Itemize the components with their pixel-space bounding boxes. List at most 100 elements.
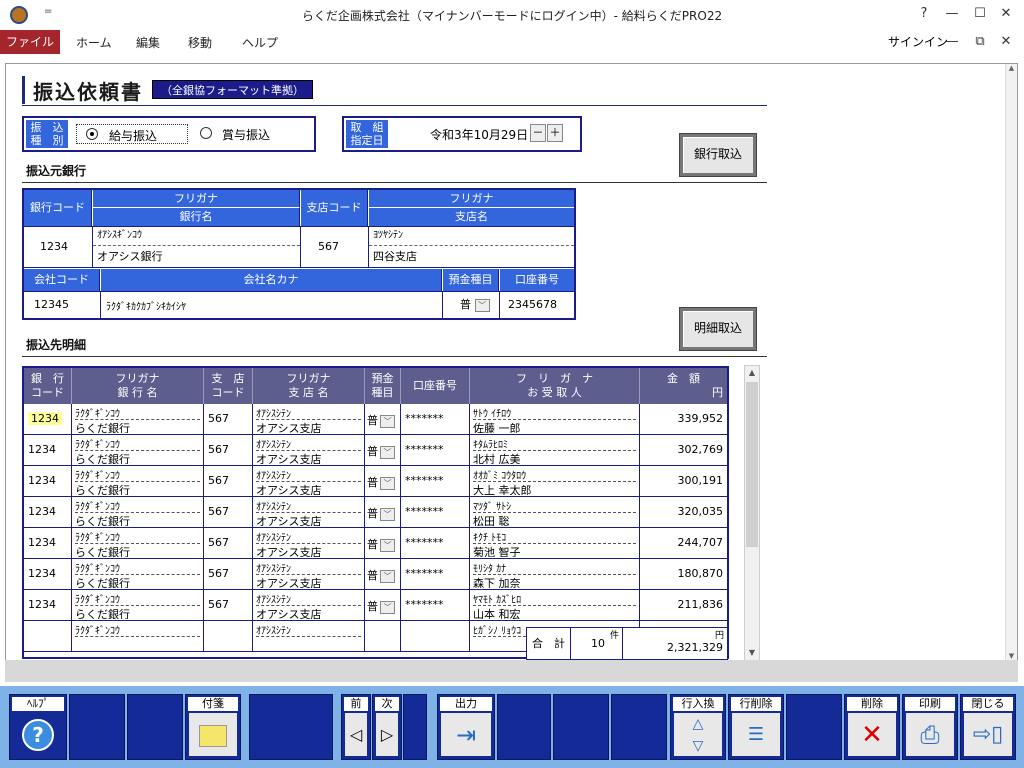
form-scroll-up-icon[interactable]: ▲ [1006,64,1017,72]
row-account[interactable] [401,621,470,651]
row-account[interactable]: ******* [401,497,470,527]
menu-home[interactable]: ホーム [76,34,112,51]
row-swap-button[interactable]: 行入換 △ ▽ [670,694,726,760]
doc-close-button[interactable]: ✕ [996,33,1016,51]
row-amount[interactable]: 339,952 [640,404,727,434]
date-plus-button[interactable]: ＋ [547,124,563,142]
grid-scrollbar[interactable]: ▲ ▼ [744,365,760,661]
output-button[interactable]: 出力 ⇥ [437,694,495,760]
source-bank-code[interactable]: 1234 [36,240,72,253]
chevron-down-icon[interactable]: ﹀ [380,507,395,521]
row-bank-code[interactable]: 1234 [24,435,72,465]
help-button[interactable]: ﾍﾙﾌﾟ ? [9,694,67,760]
row-bank-code[interactable]: 1234 [24,559,72,589]
row-deposit[interactable]: 普 ﹀ [365,497,401,527]
row-bank-name[interactable]: ﾗｸﾀﾞｷﾞﾝｺｳ らくだ銀行 [72,466,204,496]
menu-file[interactable]: ファイル [0,30,60,54]
menu-help[interactable]: ヘルプ [242,34,278,51]
row-deposit[interactable]: 普 ﹀ [365,559,401,589]
chevron-down-icon[interactable]: ﹀ [380,445,395,459]
row-amount[interactable]: 180,870 [640,559,727,589]
row-bank-code[interactable]: 1234 [24,466,72,496]
next-button[interactable]: 次 ▷ [372,694,402,760]
row-branch-code[interactable] [204,621,253,651]
row-payee[interactable]: ﾓﾘｼﾀ ｶﾅ 森下 加奈 [470,559,640,589]
row-bank-code[interactable]: 1234 [24,590,72,620]
row-amount[interactable]: 320,035 [640,497,727,527]
radio-salary-circle[interactable] [86,128,98,140]
row-branch-code[interactable]: 567 [204,559,253,589]
row-branch-name[interactable]: ｵｱｼｽｼﾃﾝ オアシス支店 [253,590,365,620]
date-value[interactable]: 令和3年10月29日 [430,126,528,143]
row-deposit[interactable]: 普 ﹀ [365,590,401,620]
deposit-select[interactable]: 普 ﹀ [367,536,396,552]
row-branch-name[interactable]: ｵｱｼｽｼﾃﾝ オアシス支店 [253,497,365,527]
row-payee[interactable]: ｷﾀﾑﾗﾋﾛﾐ 北村 広美 [470,435,640,465]
radio-bonus[interactable]: 賞与振込 [194,124,304,144]
deposit-select[interactable]: 普 ﹀ [367,505,396,521]
detail-import-button[interactable]: 明細取込 [679,307,757,351]
row-payee[interactable]: ｷｸﾁ ﾄﾓｺ 菊池 智子 [470,528,640,558]
deposit-type-select[interactable]: 普 ﹀ [460,296,490,312]
row-payee[interactable]: ｵｵｶﾞﾐ ｺｳﾀﾛｳ 大上 幸太郎 [470,466,640,496]
row-account[interactable]: ******* [401,590,470,620]
row-amount[interactable]: 244,707 [640,528,727,558]
row-account[interactable]: ******* [401,404,470,434]
maximize-button[interactable]: ☐ [970,5,990,23]
delete-button[interactable]: 削除 ✕ [844,694,900,760]
row-account[interactable]: ******* [401,559,470,589]
row-payee[interactable]: ﾔﾏﾓﾄ ｶｽﾞﾋﾛ 山本 和宏 [470,590,640,620]
row-branch-name[interactable]: ｵｱｼｽｼﾃﾝ [253,621,365,651]
row-branch-name[interactable]: ｵｱｼｽｼﾃﾝ オアシス支店 [253,466,365,496]
bank-import-button[interactable]: 銀行取込 [679,133,757,177]
source-bank-kana[interactable]: ｵｱｼｽｷﾞﾝｺｳ [93,227,300,246]
row-payee[interactable]: ﾏﾂﾀﾞ ｻﾄｼ 松田 聡 [470,497,640,527]
date-minus-button[interactable]: － [530,124,546,142]
row-amount[interactable]: 211,836 [640,590,727,620]
row-branch-name[interactable]: ｵｱｼｽｼﾃﾝ オアシス支店 [253,528,365,558]
source-branch-kana[interactable]: ﾖﾂﾔｼﾃﾝ [369,227,574,246]
row-bank-name[interactable]: ﾗｸﾀﾞｷﾞﾝｺｳ らくだ銀行 [72,435,204,465]
row-bank-code[interactable]: 1234 [24,528,72,558]
row-deposit[interactable]: 普 ﹀ [365,435,401,465]
chevron-down-icon[interactable]: ﹀ [474,298,490,312]
row-deposit[interactable]: 普 ﹀ [365,528,401,558]
table-row[interactable]: 1234 ﾗｸﾀﾞｷﾞﾝｺｳ らくだ銀行 567 ｵｱｼｽｼﾃﾝ オアシス支店普 ﹀ ****… [24,590,727,621]
source-bank-name[interactable]: オアシス銀行 [93,247,300,266]
help-icon[interactable]: ? [914,5,934,23]
chevron-down-icon[interactable]: ﹀ [380,569,395,583]
row-bank-name[interactable]: ﾗｸﾀﾞｷﾞﾝｺｳ らくだ銀行 [72,497,204,527]
scroll-thumb[interactable] [746,382,758,547]
prev-button[interactable]: 前 ◁ [341,694,371,760]
row-branch-code[interactable]: 567 [204,497,253,527]
row-bank-name[interactable]: ﾗｸﾀﾞｷﾞﾝｺｳ [72,621,204,651]
row-amount[interactable]: 300,191 [640,466,727,496]
scroll-up-icon[interactable]: ▲ [745,366,759,380]
doc-minimize-button[interactable]: — [942,33,962,51]
deposit-select[interactable]: 普 ﹀ [367,443,396,459]
row-bank-code[interactable]: 1234 [24,497,72,527]
row-deposit[interactable]: 普 ﹀ [365,466,401,496]
close-button[interactable]: 閉じる ⇨▯ [960,694,1016,760]
table-row[interactable]: 1234 ﾗｸﾀﾞｷﾞﾝｺｳ らくだ銀行 567 ｵｱｼｽｼﾃﾝ オアシス支店普 ﹀ ****… [24,404,727,435]
chevron-down-icon[interactable]: ﹀ [380,538,395,552]
form-scrollbar[interactable]: ▲ ▼ [1005,64,1017,660]
row-amount[interactable]: 302,769 [640,435,727,465]
radio-bonus-circle[interactable] [200,127,212,139]
deposit-select[interactable]: 普 ﹀ [367,598,396,614]
row-bank-name[interactable]: ﾗｸﾀﾞｷﾞﾝｺｳ らくだ銀行 [72,528,204,558]
row-delete-button[interactable]: 行削除 ☰ [728,694,784,760]
close-window-button[interactable]: ✕ [996,5,1016,23]
table-row[interactable]: 1234 ﾗｸﾀﾞｷﾞﾝｺｳ らくだ銀行 567 ｵｱｼｽｼﾃﾝ オアシス支店普 ﹀ ****… [24,466,727,497]
row-bank-code[interactable] [24,621,72,651]
account-no[interactable]: 2345678 [504,298,561,311]
deposit-select[interactable]: 普 ﹀ [367,474,396,490]
menu-edit[interactable]: 編集 [136,34,160,51]
row-branch-code[interactable]: 567 [204,466,253,496]
row-branch-code[interactable]: 567 [204,435,253,465]
chevron-down-icon[interactable]: ﹀ [380,414,395,428]
row-bank-name[interactable]: ﾗｸﾀﾞｷﾞﾝｺｳ らくだ銀行 [72,404,204,434]
deposit-select[interactable]: 普 ﹀ [367,567,396,583]
row-branch-code[interactable]: 567 [204,590,253,620]
company-kana[interactable]: ﾗｸﾀﾞｷｶｸｶﾌﾞｼｷｶｲｼﾔ [102,298,190,313]
